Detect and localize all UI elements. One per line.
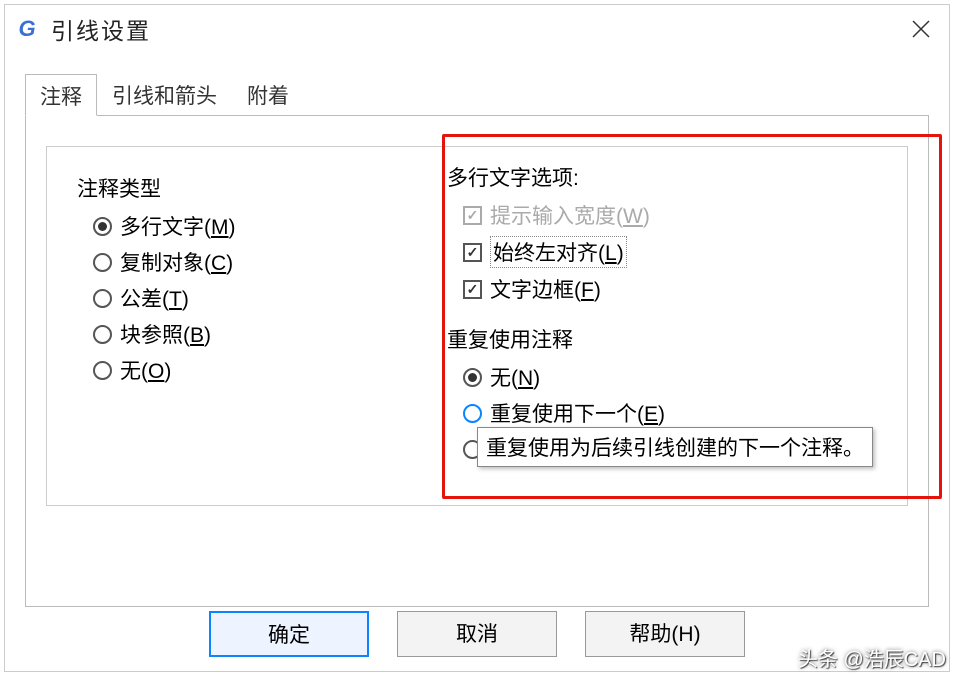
radio-icon: [463, 404, 482, 423]
annotation-type-radio-b[interactable]: 块参照(B): [93, 319, 387, 349]
mtext-checkbox-w: 提示输入宽度(W): [463, 200, 937, 230]
annotation-type-radio-c[interactable]: 复制对象(C): [93, 247, 387, 277]
dialog-title: 引线设置: [51, 12, 151, 46]
right-column: 多行文字选项: 提示输入宽度(W)始终左对齐(L)文字边框(F) 重复使用注释 …: [447, 162, 937, 470]
mtext-checkbox-l[interactable]: 始终左对齐(L): [463, 236, 937, 268]
radio-icon: [93, 289, 112, 308]
radio-label: 复制对象(C): [120, 247, 233, 277]
tab-container: 注释 引线和箭头 附着 注释类型 多行文字(M) 复制对象(C) 公差(T) 块参照(…: [25, 73, 929, 607]
checkbox-icon: [463, 280, 482, 299]
radio-icon: [93, 325, 112, 344]
mtext-options-title: 多行文字选项:: [447, 162, 937, 192]
annotation-type-group: 注释类型 多行文字(M) 复制对象(C) 公差(T) 块参照(B) 无(O): [67, 163, 387, 385]
help-label: 帮助: [629, 623, 671, 646]
reuse-title: 重复使用注释: [447, 324, 937, 354]
annotation-type-radio-t[interactable]: 公差(T): [93, 283, 387, 313]
checkbox-label: 文字边框(F): [490, 274, 601, 304]
radio-icon: [93, 253, 112, 272]
radio-icon: [93, 217, 112, 236]
watermark: 头条 @浩辰CAD: [798, 643, 946, 672]
tab-leader-arrow[interactable]: 引线和箭头: [97, 73, 232, 115]
radio-label: 公差(T): [120, 283, 189, 313]
ok-button[interactable]: 确定: [209, 611, 369, 657]
annotation-type-radio-o[interactable]: 无(O): [93, 355, 387, 385]
tab-annotation[interactable]: 注释: [25, 74, 97, 116]
titlebar: G 引线设置: [5, 5, 949, 53]
content-area: 注释 引线和箭头 附着 注释类型 多行文字(M) 复制对象(C) 公差(T) 块参照(…: [5, 53, 949, 617]
help-button[interactable]: 帮助(H): [585, 611, 745, 657]
checkbox-icon: [463, 206, 482, 225]
cancel-button[interactable]: 取消: [397, 611, 557, 657]
close-icon: [910, 18, 932, 40]
checkbox-label: 提示输入宽度(W): [490, 200, 650, 230]
checkbox-label: 始终左对齐(L): [490, 236, 627, 268]
radio-label: 块参照(B): [120, 319, 211, 349]
tab-panel: 注释类型 多行文字(M)复制对象(C)公差(T)块参照(B)无(O) 多行文字选…: [25, 115, 929, 607]
radio-label: 多行文字(M): [120, 211, 236, 241]
mtext-checkbox-f[interactable]: 文字边框(F): [463, 274, 937, 304]
annotation-type-radio-m[interactable]: 多行文字(M): [93, 211, 387, 241]
reuse-radio-n[interactable]: 无(N): [463, 362, 937, 392]
radio-icon: [463, 368, 482, 387]
tab-bar: 注释 引线和箭头 附着: [25, 73, 929, 115]
close-button[interactable]: [901, 9, 941, 49]
tooltip: 重复使用为后续引线创建的下一个注释。: [477, 427, 873, 467]
options-fieldset: 注释类型 多行文字(M)复制对象(C)公差(T)块参照(B)无(O) 多行文字选…: [46, 146, 908, 506]
help-key: H: [678, 623, 693, 646]
app-icon: G: [13, 15, 41, 43]
annotation-type-title: 注释类型: [77, 173, 387, 203]
checkbox-icon: [463, 243, 482, 262]
tab-attach[interactable]: 附着: [232, 73, 304, 115]
dialog-window: G 引线设置 注释 引线和箭头 附着 注释类型 多行文字(M) 复制对象(C) 公差…: [4, 4, 950, 672]
radio-icon: [93, 361, 112, 380]
radio-label: 无(N): [490, 362, 540, 392]
reuse-radio-e[interactable]: 重复使用下一个(E): [463, 398, 937, 428]
radio-label: 无(O): [120, 355, 171, 385]
radio-label: 重复使用下一个(E): [490, 398, 665, 428]
